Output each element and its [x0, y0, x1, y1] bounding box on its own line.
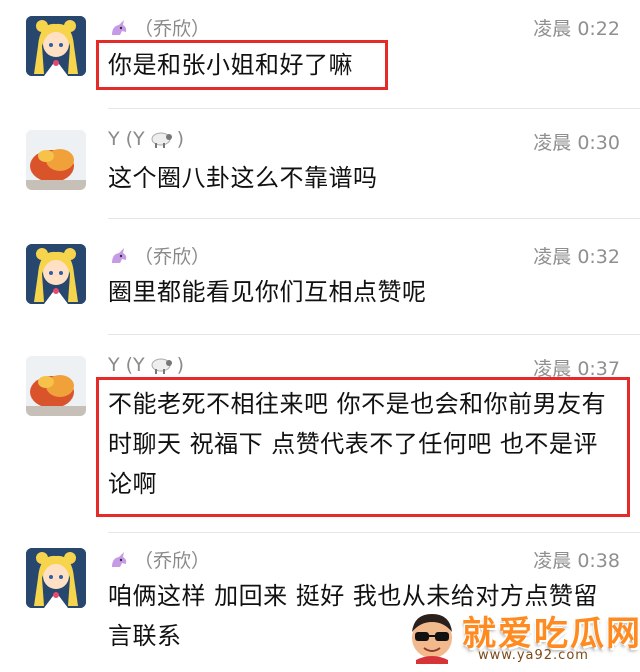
sunglasses-face-icon: [404, 608, 460, 664]
sender-name[interactable]: Y (Y ): [108, 128, 184, 150]
watermark: 就爱吃瓜网 www.ya92.com: [404, 604, 640, 668]
unicorn-icon: [108, 549, 130, 571]
divider: [108, 334, 640, 335]
avatar-y[interactable]: [26, 130, 86, 190]
sender-name[interactable]: （乔欣）: [108, 14, 210, 41]
sheep-icon: [149, 128, 173, 150]
sender-name-text: Y (Y: [108, 128, 145, 150]
unicorn-icon: [108, 17, 130, 39]
divider: [108, 218, 640, 219]
sender-name-text: （乔欣）: [134, 550, 211, 572]
sender-name[interactable]: （乔欣）: [108, 242, 210, 269]
sender-name[interactable]: （乔欣）: [108, 546, 210, 573]
message-time: 凌晨 0:32: [533, 246, 620, 268]
avatar-sailor-moon[interactable]: [26, 244, 86, 304]
sender-name[interactable]: Y (Y ): [108, 354, 184, 376]
avatar-sailor-moon[interactable]: [26, 16, 86, 76]
food-avatar-icon: [26, 356, 86, 416]
food-avatar-icon: [26, 130, 86, 190]
sheep-icon: [149, 354, 173, 376]
avatar-y[interactable]: [26, 356, 86, 416]
sailor-moon-avatar-icon: [26, 16, 86, 76]
unicorn-icon: [108, 245, 130, 267]
message-time: 凌晨 0:22: [533, 18, 620, 40]
message-text[interactable]: 这个圈八卦这么不靠谱吗: [108, 158, 618, 198]
message-time: 凌晨 0:30: [533, 132, 620, 154]
sailor-moon-avatar-icon: [26, 244, 86, 304]
sender-name-text: （乔欣）: [134, 246, 211, 268]
message-text[interactable]: 不能老死不相往来吧 你不是也会和你前男友有时聊天 祝福下 点赞代表不了任何吧 也…: [108, 384, 610, 504]
sender-name-text: Y (Y: [108, 354, 145, 376]
message-time: 凌晨 0:38: [533, 550, 620, 572]
watermark-url: www.ya92.com: [478, 648, 589, 663]
message-text[interactable]: 你是和张小姐和好了嘛: [108, 45, 618, 85]
sender-name-text: （乔欣）: [134, 18, 211, 40]
divider: [108, 532, 640, 533]
avatar-sailor-moon[interactable]: [26, 548, 86, 608]
sailor-moon-avatar-icon: [26, 548, 86, 608]
divider: [108, 108, 640, 109]
message-text[interactable]: 圈里都能看见你们互相点赞呢: [108, 272, 618, 312]
